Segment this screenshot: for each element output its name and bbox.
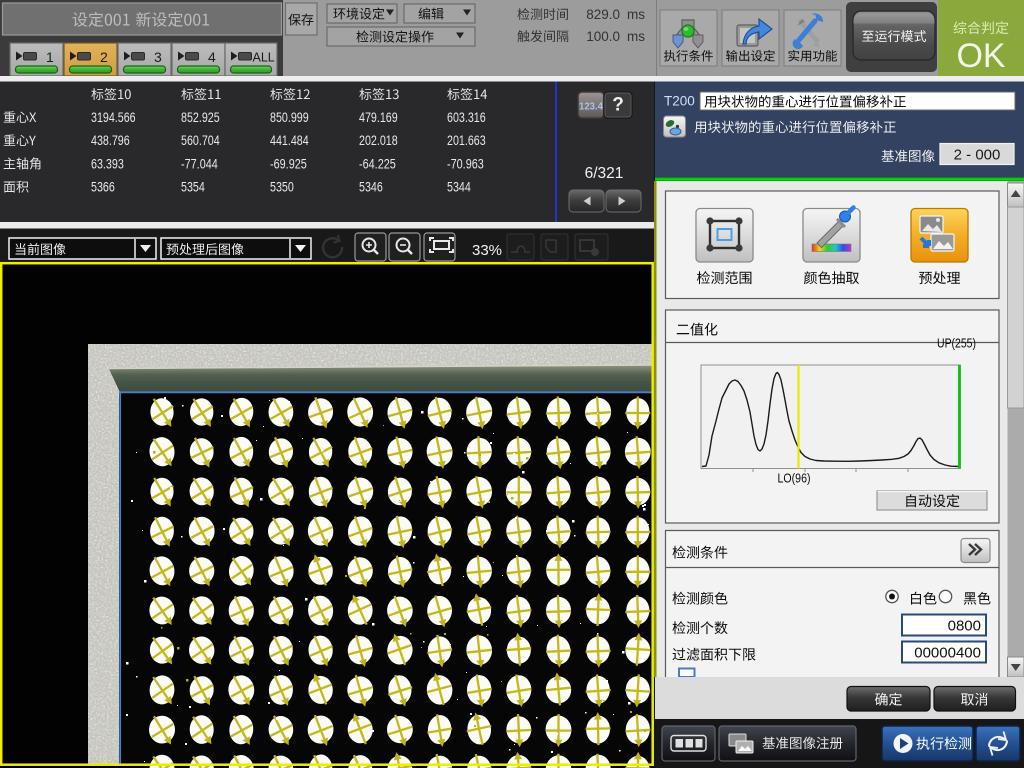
svg-text:5366: 5366 (91, 180, 115, 195)
svg-text:5354: 5354 (181, 180, 205, 195)
svg-text:0800: 0800 (948, 618, 981, 635)
svg-text:1: 1 (46, 49, 54, 65)
svg-text:441.484: 441.484 (270, 133, 309, 148)
svg-text:438.796: 438.796 (91, 133, 130, 148)
svg-text:UP(255): UP(255) (937, 337, 976, 351)
svg-text:100.0: 100.0 (586, 29, 620, 44)
svg-text:LO(96): LO(96) (778, 472, 811, 486)
svg-text:560.704: 560.704 (181, 133, 220, 148)
svg-text:OK: OK (956, 37, 1005, 75)
svg-text:3194.566: 3194.566 (91, 110, 136, 125)
svg-text:2 - 000: 2 - 000 (954, 147, 1001, 164)
svg-text:-77.044: -77.044 (181, 156, 218, 171)
svg-text:?: ? (612, 95, 624, 116)
svg-text:829.0: 829.0 (586, 7, 620, 22)
svg-text:ms: ms (627, 7, 645, 22)
svg-text:479.169: 479.169 (359, 110, 398, 125)
svg-text:6/321: 6/321 (585, 165, 624, 182)
svg-text:-64.225: -64.225 (359, 156, 396, 171)
svg-text:00000400: 00000400 (914, 645, 981, 662)
svg-text:T200: T200 (664, 94, 695, 109)
svg-text:5344: 5344 (447, 180, 471, 195)
svg-text:-70.963: -70.963 (447, 156, 484, 171)
svg-text:603.316: 603.316 (447, 110, 486, 125)
svg-text:5350: 5350 (270, 180, 294, 195)
svg-text:-69.925: -69.925 (270, 156, 307, 171)
svg-text:ms: ms (627, 29, 645, 44)
svg-text:63.393: 63.393 (91, 156, 124, 171)
svg-text:201.663: 201.663 (447, 133, 486, 148)
svg-text:123.4: 123.4 (579, 101, 603, 113)
svg-text:4: 4 (208, 49, 216, 65)
svg-text:3: 3 (154, 49, 162, 65)
svg-text:202.018: 202.018 (359, 133, 398, 148)
svg-text:ALL: ALL (253, 51, 275, 65)
svg-text:850.999: 850.999 (270, 110, 309, 125)
svg-text:33%: 33% (472, 242, 502, 259)
svg-text:5346: 5346 (359, 180, 383, 195)
svg-text:852.925: 852.925 (181, 110, 220, 125)
svg-text:2: 2 (100, 49, 108, 65)
